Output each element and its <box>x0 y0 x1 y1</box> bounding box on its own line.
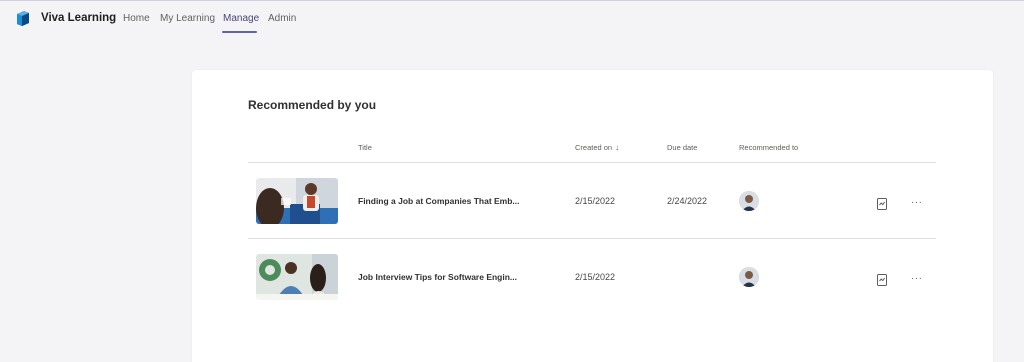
course-title[interactable]: Finding a Job at Companies That Emb... <box>358 196 520 206</box>
user-avatar[interactable] <box>739 267 759 287</box>
progress-report-icon[interactable] <box>875 273 889 287</box>
recommended-card: Recommended by you Title Created on ↓ Due… <box>192 70 993 362</box>
top-navigation-bar: Viva Learning Home My Learning Manage Ad… <box>0 1 1024 35</box>
column-header-title[interactable]: Title <box>358 143 372 152</box>
nav-my-learning[interactable]: My Learning <box>160 13 215 24</box>
row-divider <box>248 238 936 239</box>
course-thumbnail[interactable] <box>256 178 338 224</box>
column-header-due-date[interactable]: Due date <box>667 143 697 152</box>
created-on-label: Created on <box>575 143 613 152</box>
created-on-value: 2/15/2022 <box>575 272 616 282</box>
user-avatar[interactable] <box>739 191 759 211</box>
more-options-icon[interactable]: ··· <box>911 197 923 208</box>
created-on-value: 2/15/2022 <box>575 196 616 206</box>
nav-admin[interactable]: Admin <box>268 13 296 24</box>
sort-descending-icon: ↓ <box>615 143 620 152</box>
column-header-created-on[interactable]: Created on ↓ <box>575 143 619 152</box>
nav-active-indicator <box>222 31 257 33</box>
nav-manage[interactable]: Manage <box>223 13 259 24</box>
header-divider <box>248 162 936 163</box>
due-date-value: 2/24/2022 <box>667 196 708 206</box>
progress-report-icon[interactable] <box>875 197 889 211</box>
nav-home[interactable]: Home <box>123 13 150 24</box>
more-options-icon[interactable]: ··· <box>911 273 923 284</box>
course-thumbnail[interactable] <box>256 254 338 300</box>
course-title[interactable]: Job Interview Tips for Software Engin... <box>358 272 517 282</box>
section-title: Recommended by you <box>248 98 377 112</box>
app-name: Viva Learning <box>41 12 117 24</box>
viva-learning-logo-icon <box>17 11 29 26</box>
column-header-recommended-to[interactable]: Recommended to <box>739 143 798 152</box>
